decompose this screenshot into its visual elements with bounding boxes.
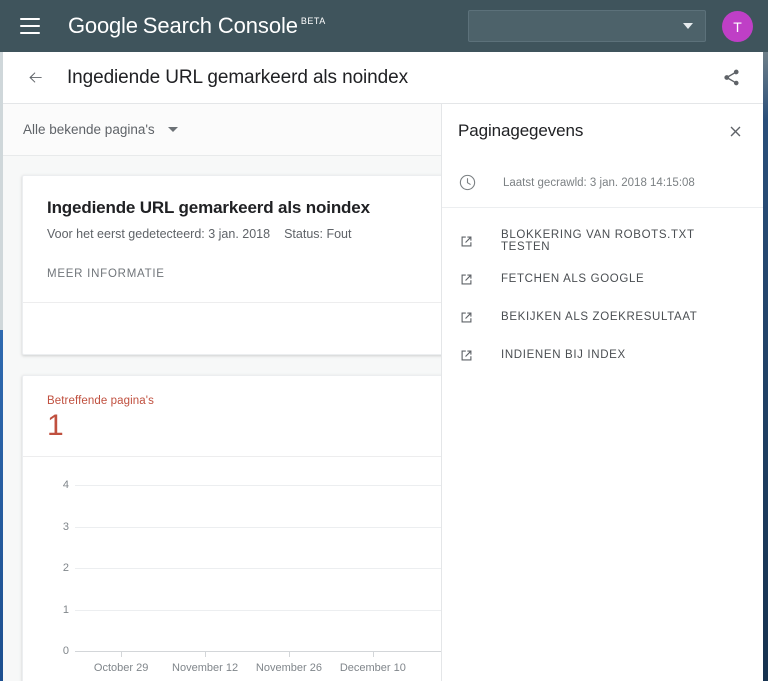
panel-title: Paginagegevens	[458, 121, 584, 140]
chart-x-tick	[288, 652, 290, 657]
arrow-left-icon[interactable]	[23, 66, 47, 90]
panel-action-label: FETCHEN ALS GOOGLE	[501, 273, 645, 285]
chart-y-tick-label: 2	[62, 562, 69, 574]
app-brand-logo[interactable]: Google Search Console BETA	[68, 13, 326, 39]
brand-search-console: Search Console	[142, 13, 298, 38]
open-in-new-icon	[458, 309, 475, 326]
avatar[interactable]: T	[722, 11, 753, 42]
share-icon[interactable]	[719, 66, 743, 90]
page-title-bar: Ingediende URL gemarkeerd als noindex	[3, 52, 763, 104]
main-content-area: Alle bekende pagina's Ingediende URL gem…	[3, 104, 441, 681]
known-pages-filter-dropdown[interactable]: Alle bekende pagina's	[23, 122, 178, 137]
window-border-right	[763, 0, 768, 681]
app-header-bar: Google Search Console BETA T	[0, 0, 768, 52]
panel-header: Paginagegevens	[442, 104, 763, 158]
issue-meta: Voor het eerst gedetecteerd: 3 jan. 2018…	[47, 227, 441, 241]
panel-action-label: BLOKKERING VAN ROBOTS.TXT TESTEN	[501, 229, 695, 253]
first-detected-text: Voor het eerst gedetecteerd: 3 jan. 2018	[47, 227, 271, 241]
page-details-panel: Paginagegevens Laatst gecrawld: 3 jan. 2…	[441, 104, 763, 681]
filter-bar: Alle bekende pagina's	[3, 104, 441, 156]
issue-summary-card: Ingediende URL gemarkeerd als noindex Vo…	[22, 175, 441, 355]
panel-action-item[interactable]: BEKIJKEN ALS ZOEKRESULTAAT	[442, 298, 763, 336]
chart-axis-line	[75, 651, 441, 652]
chart-y-tick-label: 0	[62, 645, 69, 657]
issue-card-footer	[23, 302, 441, 354]
issue-title: Ingediende URL gemarkeerd als noindex	[47, 198, 370, 217]
last-crawled-row: Laatst gecrawld: 3 jan. 2018 14:15:08	[442, 158, 763, 208]
chart-plot-area: 4 3 2 1 0 October 29 November 12 November 26 Dec…	[23, 457, 441, 681]
chevron-down-icon	[167, 127, 178, 132]
open-in-new-icon	[458, 271, 475, 288]
chevron-down-icon	[683, 23, 693, 29]
filter-label: Alle bekende pagina's	[23, 122, 155, 137]
clock-icon	[458, 173, 477, 192]
chart-x-tick	[372, 652, 374, 657]
chart-header: Betreffende pagina's 1	[23, 376, 441, 456]
panel-action-label: INDIENEN BIJ INDEX	[501, 349, 626, 361]
page-title: Ingediende URL gemarkeerd als noindex	[67, 66, 408, 88]
menu-line	[20, 18, 40, 20]
chart-x-tick-label: November 26	[255, 662, 322, 674]
chart-gridline	[75, 609, 441, 611]
chart-x-tick-label: November 12	[172, 662, 239, 674]
brand-beta-badge: BETA	[300, 16, 326, 26]
chart-x-tick	[205, 652, 207, 657]
close-icon[interactable]	[723, 119, 747, 143]
chart-x-tick-label: October 29	[93, 662, 149, 674]
panel-action-item[interactable]: INDIENEN BIJ INDEX	[442, 336, 763, 374]
chart-y-tick-label: 3	[62, 520, 69, 533]
affected-pages-count: 1	[47, 409, 64, 442]
avatar-initial: T	[733, 18, 742, 35]
property-select-dropdown[interactable]	[468, 10, 706, 42]
issue-card-body: Ingediende URL gemarkeerd als noindex Vo…	[23, 176, 441, 302]
menu-line	[20, 25, 40, 27]
chart-x-tick-label: December 10	[339, 662, 406, 674]
panel-action-item[interactable]: FETCHEN ALS GOOGLE	[442, 260, 763, 298]
chart-gridline	[75, 568, 441, 569]
open-in-new-icon	[458, 347, 475, 364]
chart-gridline	[75, 485, 441, 486]
chart-x-tick	[121, 652, 123, 657]
hamburger-menu-icon[interactable]	[20, 13, 46, 39]
affected-pages-chart[interactable]: 4 3 2 1 0 October 29 November 12 November 26 Dec…	[23, 456, 441, 681]
last-crawled-text: Laatst gecrawld: 3 jan. 2018 14:15:08	[503, 176, 695, 189]
panel-action-item[interactable]: BLOKKERING VAN ROBOTS.TXT TESTEN	[442, 222, 763, 260]
brand-google: Google	[68, 13, 138, 38]
panel-action-list: BLOKKERING VAN ROBOTS.TXT TESTEN FETCHEN …	[442, 208, 763, 374]
panel-action-label: BEKIJKEN ALS ZOEKRESULTAAT	[501, 311, 698, 323]
more-info-button[interactable]: MEER INFORMATIE	[47, 268, 165, 280]
chart-gridline	[75, 526, 441, 528]
status-badge: Status: Fout	[284, 227, 352, 241]
menu-line	[20, 32, 40, 34]
open-in-new-icon	[458, 233, 475, 250]
chart-y-tick-label: 4	[62, 479, 69, 491]
affected-pages-chart-card: Betreffende pagina's 1 4 3 2 1 0 October 29 No…	[22, 375, 441, 681]
window-border-left	[0, 0, 3, 681]
chart-y-tick-label: 1	[62, 603, 69, 616]
affected-pages-label: Betreffende pagina's	[47, 395, 154, 407]
